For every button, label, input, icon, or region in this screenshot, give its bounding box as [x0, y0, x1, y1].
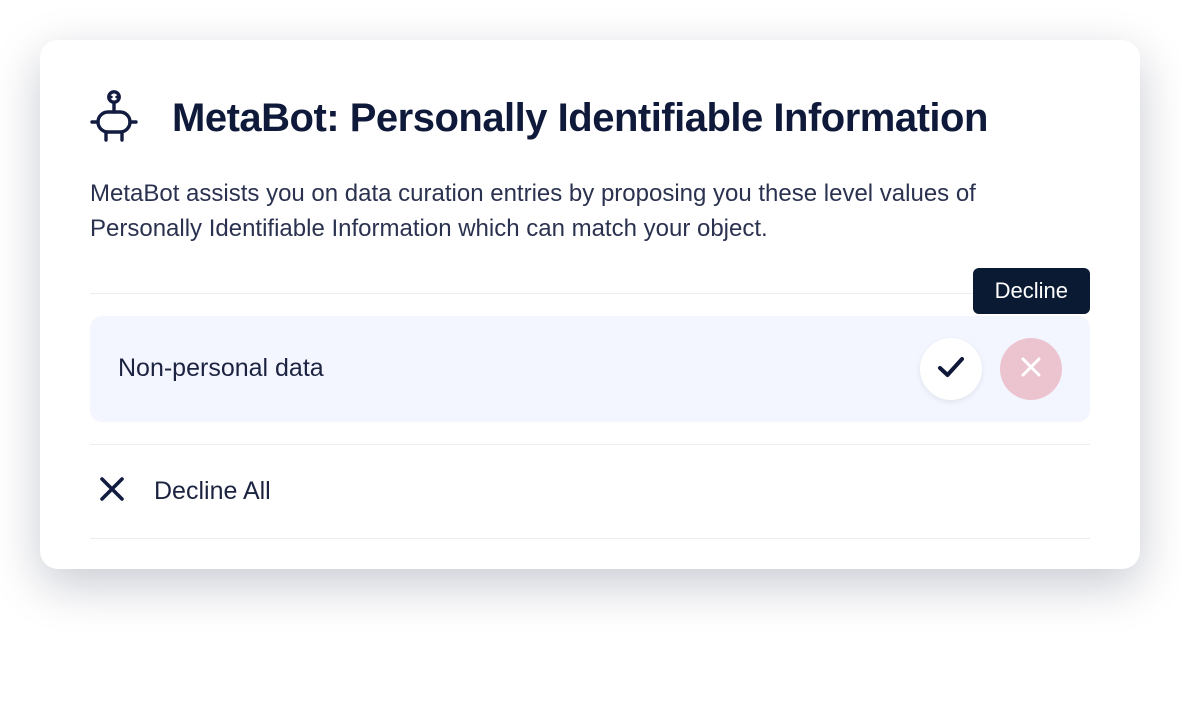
divider	[90, 293, 1090, 294]
close-icon	[1019, 355, 1043, 382]
metabot-card: MetaBot: Personally Identifiable Informa…	[40, 40, 1140, 569]
suggestion-label: Non-personal data	[118, 354, 324, 383]
bot-icon	[90, 90, 138, 147]
decline-all-label: Decline All	[154, 477, 271, 506]
card-title: MetaBot: Personally Identifiable Informa…	[172, 96, 988, 141]
card-description: MetaBot assists you on data curation ent…	[90, 177, 1090, 247]
suggestion-block: Decline Non-personal data	[90, 316, 1090, 422]
decline-button[interactable]	[1000, 338, 1062, 400]
decline-tooltip: Decline	[973, 268, 1090, 314]
footer-row[interactable]: Decline All	[90, 445, 1090, 538]
accept-button[interactable]	[920, 338, 982, 400]
suggestion-row: Non-personal data	[90, 316, 1090, 422]
card-header: MetaBot: Personally Identifiable Informa…	[90, 90, 1090, 147]
x-icon	[98, 475, 126, 508]
suggestion-actions	[920, 338, 1062, 400]
check-icon	[935, 351, 967, 386]
divider	[90, 538, 1090, 539]
